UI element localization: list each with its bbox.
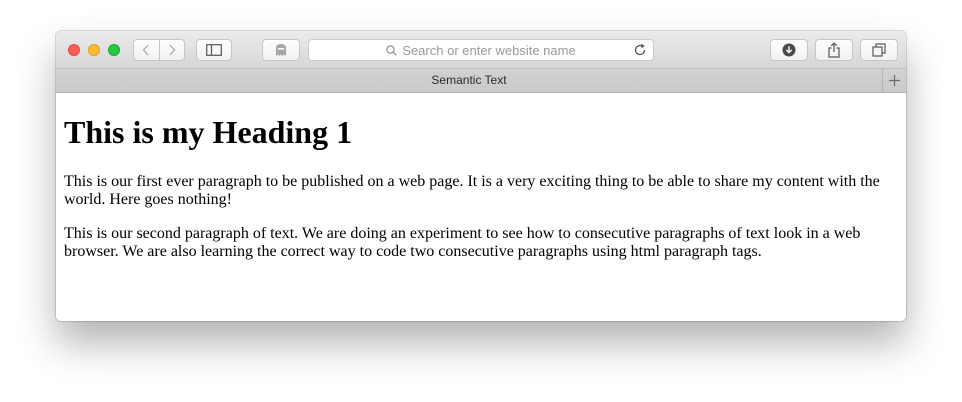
share-button[interactable] [815,39,853,61]
navigation-buttons [133,39,185,61]
plus-icon [889,75,900,86]
private-browsing-button[interactable] [262,39,300,61]
downloads-button[interactable] [770,39,808,61]
tab-semantic-text[interactable]: Semantic Text [56,69,882,92]
browser-window: Search or enter website name Semantic Te… [56,31,906,321]
reload-icon[interactable] [633,43,647,57]
tab-overview-button[interactable] [860,39,898,61]
page-heading: This is my Heading 1 [64,114,353,150]
paragraph-1: This is our first ever paragraph to be p… [64,173,880,208]
sidebar-button[interactable] [196,39,232,61]
download-icon [782,43,796,57]
sidebar-icon [206,44,222,56]
ghost-icon [276,44,286,56]
chevron-right-icon [169,44,176,56]
share-icon [828,42,840,58]
forward-button[interactable] [158,40,185,60]
zoom-window-button[interactable] [108,44,120,56]
address-placeholder: Search or enter website name [402,42,576,58]
close-window-button[interactable] [68,44,80,56]
paragraph-2: This is our second paragraph of text. We… [64,225,861,260]
search-icon [386,44,398,56]
tabs-overview-icon [872,43,886,57]
toolbar: Search or enter website name [56,31,906,69]
new-tab-button[interactable] [882,69,906,92]
back-button[interactable] [134,40,159,60]
address-bar[interactable]: Search or enter website name [308,39,654,61]
web-page-content: This is my Heading 1 This is our first e… [56,93,906,321]
tab-bar: Semantic Text [56,69,906,93]
minimize-window-button[interactable] [88,44,100,56]
chevron-left-icon [142,44,149,56]
